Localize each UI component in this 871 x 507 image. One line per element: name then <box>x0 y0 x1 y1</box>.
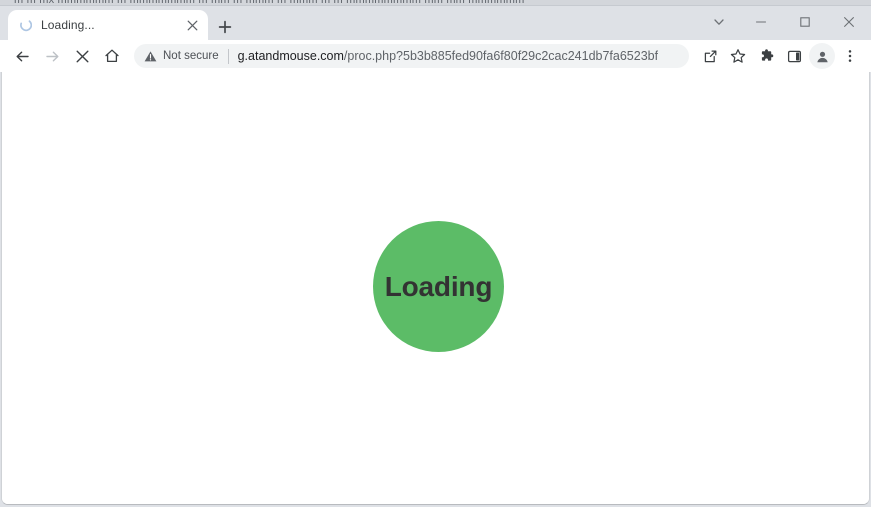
puzzle-icon[interactable] <box>753 43 779 69</box>
stop-button[interactable] <box>68 42 96 70</box>
loading-indicator-circle: Loading <box>373 221 504 352</box>
loading-spinner-icon <box>18 18 32 32</box>
page-viewport: Loading <box>1 72 870 505</box>
star-icon[interactable] <box>725 43 751 69</box>
three-dots-icon[interactable] <box>837 43 863 69</box>
url-text: g.atandmouse.com/proc.php?5b3b885fed90fa… <box>238 49 658 63</box>
maximize-button[interactable] <box>783 6 827 38</box>
omnibox-divider <box>227 48 229 64</box>
web-page-content: Loading <box>2 72 869 504</box>
tab-close-icon[interactable] <box>182 15 202 35</box>
tab-title: Loading... <box>41 18 95 32</box>
browser-toolbar: Not secure g.atandmouse.com/proc.php?5b3… <box>0 40 871 72</box>
warning-triangle-icon <box>144 50 157 63</box>
browser-tab-loading[interactable]: Loading... <box>8 10 208 40</box>
home-button[interactable] <box>98 42 126 70</box>
side-panel-icon[interactable] <box>781 43 807 69</box>
toolbar-actions <box>695 43 863 69</box>
address-bar[interactable]: Not secure g.atandmouse.com/proc.php?5b3… <box>134 44 689 68</box>
security-label: Not secure <box>163 50 219 62</box>
back-button[interactable] <box>8 42 36 70</box>
url-path: /proc.php?5b3b885fed90fa6f80f29c2cac241d… <box>343 49 659 63</box>
profile-avatar[interactable] <box>809 43 835 69</box>
browser-window: m m mx mmmmmm m mmmmmmm m mm m mmm m mmm… <box>0 0 871 507</box>
loading-label: Loading <box>384 270 493 302</box>
forward-button[interactable] <box>38 42 66 70</box>
url-host: g.atandmouse.com <box>237 49 344 63</box>
close-button[interactable] <box>827 6 871 38</box>
security-status[interactable]: Not secure <box>144 50 219 63</box>
share-icon[interactable] <box>697 43 723 69</box>
minimize-button[interactable] <box>739 6 783 38</box>
tab-search-button[interactable] <box>699 6 739 38</box>
tab-strip: Loading... <box>0 6 871 40</box>
new-tab-button[interactable] <box>212 14 238 40</box>
